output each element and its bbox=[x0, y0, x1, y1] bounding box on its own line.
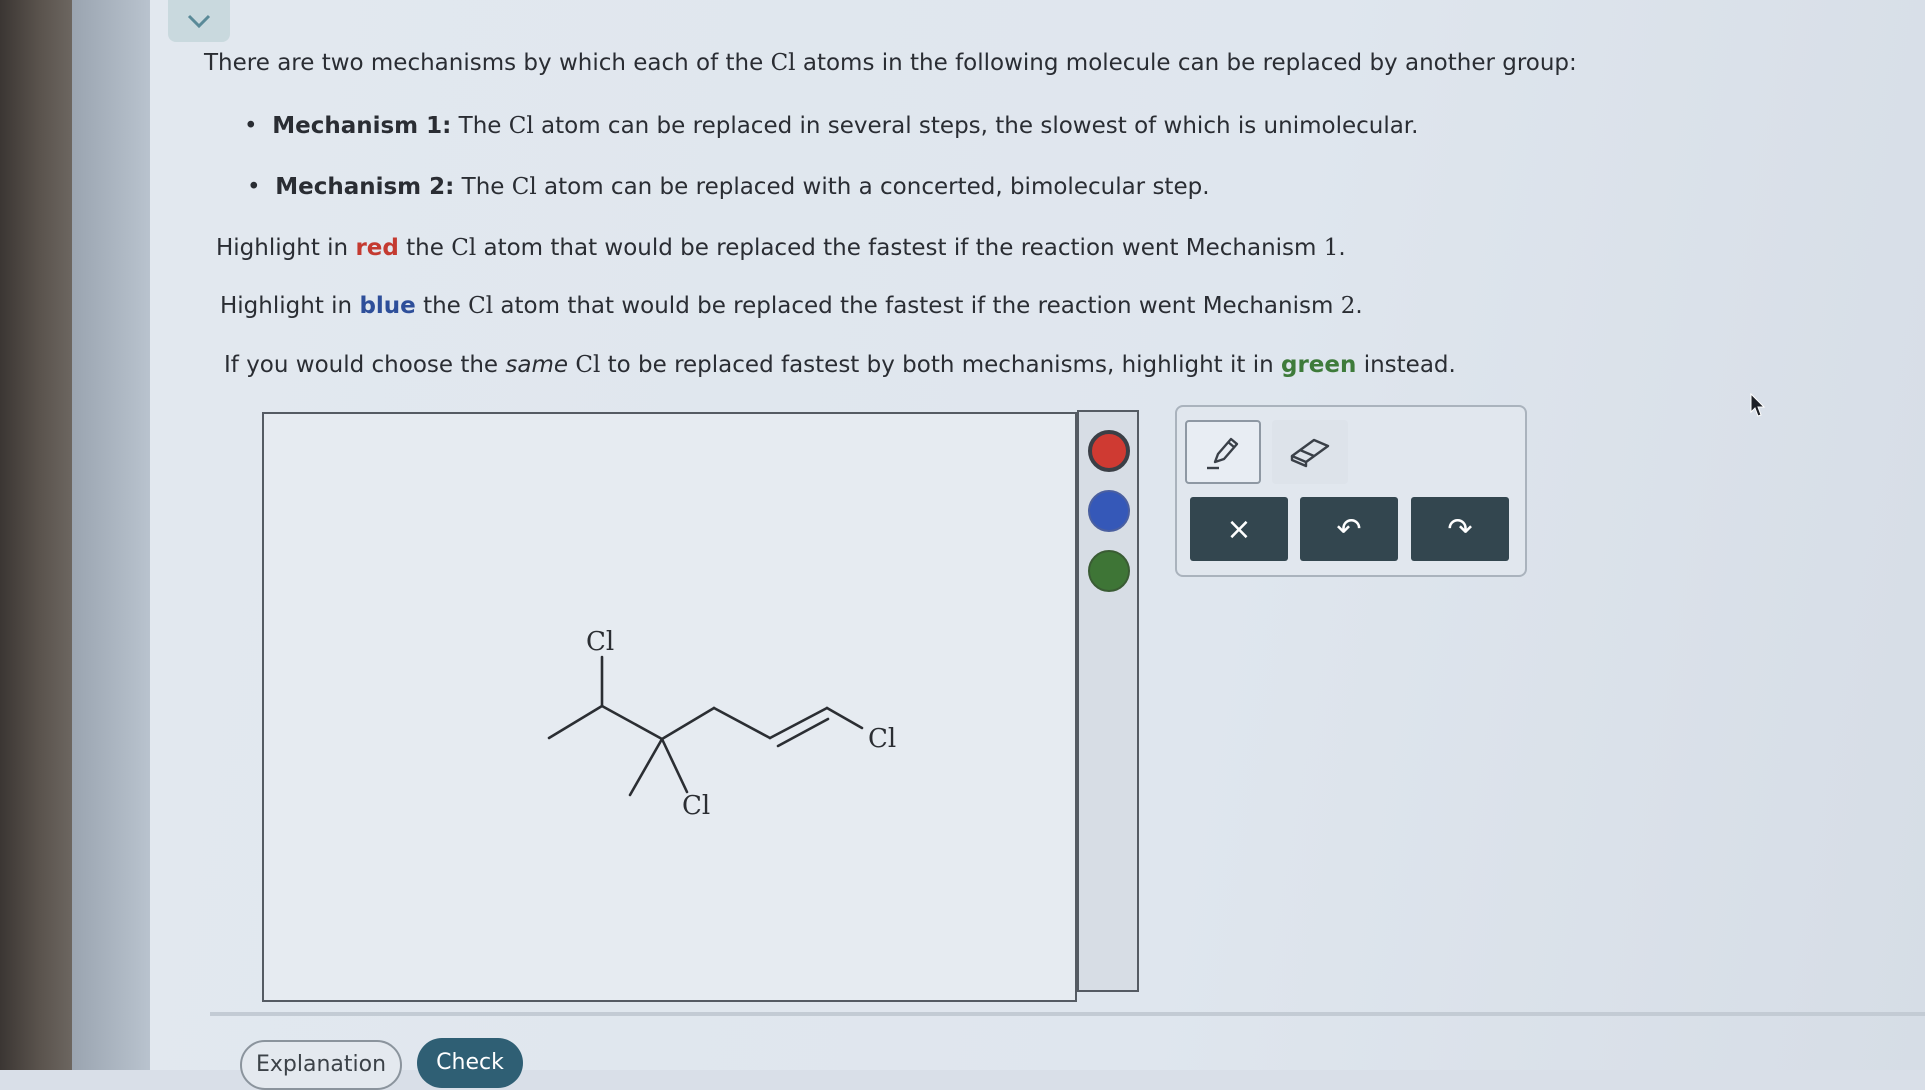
red-color-option[interactable] bbox=[1088, 430, 1130, 472]
collapse-toggle[interactable] bbox=[168, 0, 230, 42]
instruction-red-end: . bbox=[1338, 235, 1346, 261]
instruction-blue-end: . bbox=[1355, 293, 1363, 319]
instruction-blue-cl: Cl bbox=[468, 293, 494, 319]
clear-button[interactable]: × bbox=[1190, 497, 1288, 561]
mechanism-1-cl: Cl bbox=[508, 113, 534, 139]
bond-c5-cl bbox=[825, 706, 864, 730]
instruction-green-word: green bbox=[1281, 352, 1357, 378]
bond-c2-c3 bbox=[660, 706, 716, 741]
undo-button[interactable]: ↶ bbox=[1300, 497, 1398, 561]
instruction-red-pre: Highlight in bbox=[216, 235, 356, 261]
instruction-red: Highlight in red the Cl atom that would … bbox=[216, 235, 1346, 261]
atom-cl-allylic[interactable]: Cl bbox=[868, 724, 896, 754]
mechanism-1-part2: atom can be replaced in several steps, t… bbox=[533, 113, 1419, 139]
bond-me-c1 bbox=[547, 704, 604, 740]
instruction-blue-pre: Highlight in bbox=[220, 293, 360, 319]
bond-c2-me bbox=[628, 737, 664, 797]
instruction-green-pre: If you would choose the bbox=[224, 352, 506, 378]
redo-button[interactable]: ↷ bbox=[1411, 497, 1509, 561]
chevron-down-icon bbox=[187, 14, 211, 29]
explanation-button[interactable]: Explanation bbox=[240, 1040, 402, 1090]
mouse-cursor-icon bbox=[1750, 393, 1766, 417]
green-color-option[interactable] bbox=[1088, 550, 1130, 592]
instruction-red-word: red bbox=[355, 235, 399, 261]
mechanism-2-part1: The bbox=[454, 174, 512, 200]
eraser-tool-button[interactable] bbox=[1272, 420, 1348, 484]
instruction-blue-post: atom that would be replaced the fastest … bbox=[493, 293, 1341, 319]
instruction-blue-mid: the bbox=[415, 293, 469, 319]
instruction-red-num: 1 bbox=[1323, 235, 1339, 261]
intro-cl: Cl bbox=[770, 50, 796, 76]
mechanism-1-label: Mechanism 1: bbox=[272, 113, 452, 139]
footer-divider bbox=[210, 1012, 1925, 1016]
instruction-red-mid: the bbox=[398, 235, 452, 261]
instruction-red-cl: Cl bbox=[451, 235, 477, 261]
bond-c3-c4 bbox=[712, 706, 772, 740]
instruction-green: If you would choose the same Cl to be re… bbox=[224, 352, 1456, 378]
bullet: • bbox=[244, 113, 273, 139]
instruction-green-post: instead. bbox=[1356, 352, 1456, 378]
instruction-green-mid: to be replaced fastest by both mechanism… bbox=[600, 352, 1281, 378]
molecule-structure[interactable]: Cl Cl Cl bbox=[262, 412, 1077, 1002]
intro-text: There are two mechanisms by which each o… bbox=[204, 50, 1577, 76]
pencil-tool-button[interactable] bbox=[1185, 420, 1261, 484]
screen-edge bbox=[72, 0, 150, 1070]
bond-c1-c2 bbox=[600, 704, 664, 741]
monitor-bezel bbox=[0, 0, 72, 1070]
mechanism-1-item: • Mechanism 1: The Cl atom can be replac… bbox=[244, 113, 1418, 139]
bullet: • bbox=[247, 174, 276, 200]
mechanism-2-item: • Mechanism 2: The Cl atom can be replac… bbox=[247, 174, 1210, 200]
eraser-icon bbox=[1290, 438, 1330, 468]
atom-cl-top[interactable]: Cl bbox=[586, 627, 614, 657]
mechanism-1-part1: The bbox=[451, 113, 509, 139]
intro-part1: There are two mechanisms by which each o… bbox=[204, 50, 771, 76]
intro-part2: atoms in the following molecule can be r… bbox=[795, 50, 1577, 76]
instruction-blue-num: 2 bbox=[1340, 293, 1356, 319]
instruction-green-italic: same bbox=[505, 352, 569, 378]
mechanism-2-part2: atom can be replaced with a concerted, b… bbox=[536, 174, 1210, 200]
mechanism-2-label: Mechanism 2: bbox=[275, 174, 455, 200]
bond-c2-cl bbox=[660, 737, 689, 794]
instruction-red-post: atom that would be replaced the fastest … bbox=[476, 235, 1324, 261]
atom-cl-bottom[interactable]: Cl bbox=[682, 791, 710, 821]
bond-c4-c5-double bbox=[776, 717, 830, 748]
pencil-icon bbox=[1207, 437, 1239, 470]
instruction-blue: Highlight in blue the Cl atom that would… bbox=[220, 293, 1363, 319]
blue-color-option[interactable] bbox=[1088, 490, 1130, 532]
instruction-green-cl: Cl bbox=[575, 352, 601, 378]
check-button[interactable]: Check bbox=[417, 1038, 523, 1088]
instruction-blue-word: blue bbox=[359, 293, 416, 319]
mechanism-2-cl: Cl bbox=[511, 174, 537, 200]
